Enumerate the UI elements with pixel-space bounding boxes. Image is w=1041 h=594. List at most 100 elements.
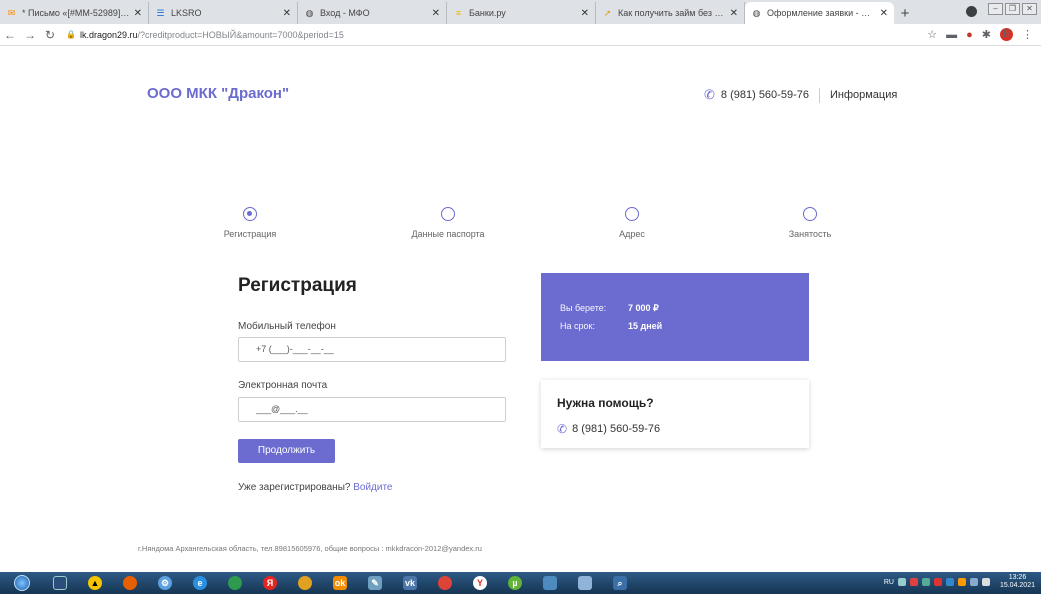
tray-icon[interactable] <box>909 578 918 586</box>
close-icon[interactable]: ✕ <box>134 8 142 19</box>
url-field[interactable]: 🔒 lk.dragon29.ru/?creditproduct=НОВЫЙ&am… <box>66 30 344 40</box>
desktop-icon <box>53 576 67 590</box>
brand-logo[interactable]: ООО МКК "Дракон" <box>147 85 289 102</box>
extension-avatar-icon[interactable]: ● <box>966 29 973 41</box>
step-label: Адрес <box>619 229 645 239</box>
radio-empty-icon <box>441 207 455 221</box>
close-icon[interactable]: ✕ <box>880 8 888 19</box>
phone-icon: ✆ <box>704 87 715 102</box>
system-tray: RU 13:26 15.04.2021 <box>884 574 1035 590</box>
loan-amount-row: Вы берете: 7 000 ₽ <box>560 303 659 314</box>
info-link[interactable]: Информация <box>830 89 897 101</box>
taskbar-app[interactable] <box>219 573 251 593</box>
forward-icon[interactable]: → <box>20 28 40 42</box>
tray-icon[interactable] <box>933 578 942 586</box>
login-link[interactable]: Войдите <box>353 482 392 493</box>
taskbar-app[interactable] <box>44 573 76 593</box>
divider <box>818 87 820 103</box>
volume-icon[interactable] <box>981 578 990 586</box>
browser-tab-article[interactable]: ➚ Как получить займ без справ ✕ <box>596 2 745 24</box>
close-icon[interactable]: ✕ <box>581 8 589 19</box>
tray-icon[interactable] <box>969 578 978 586</box>
browser-tab-bar: ✉ * Письмо «[#MM-52989] сайт ✕ ☰ LKSRO ✕… <box>0 0 1041 24</box>
start-button[interactable] <box>8 573 36 593</box>
already-registered-text: Уже зарегистрированы? <box>238 482 351 493</box>
tray-icon[interactable] <box>957 578 966 586</box>
step-label: Регистрация <box>223 229 277 239</box>
browser-tab-mail[interactable]: ✉ * Письмо «[#MM-52989] сайт ✕ <box>0 2 149 24</box>
profile-icon[interactable] <box>966 6 977 17</box>
registration-stepper: Регистрация Данные паспорта Адрес Занято… <box>0 207 1041 247</box>
taskbar-app[interactable]: ⚙ <box>149 573 181 593</box>
browser-tab-bankiru[interactable]: ≡ Банки.ру ✕ <box>447 2 596 24</box>
email-input[interactable]: ___@___.__ <box>238 397 506 422</box>
tab-title: Оформление заявки - МФО <box>767 8 876 18</box>
taskbar-app[interactable] <box>289 573 321 593</box>
vk-icon: vk <box>403 576 417 590</box>
help-phone[interactable]: 8 (981) 560-59-76 <box>572 423 660 435</box>
profile-avatar-icon[interactable]: Е <box>1000 28 1013 41</box>
mail-icon: ✉ <box>7 7 16 18</box>
header-phone[interactable]: 8 (981) 560-59-76 <box>721 89 809 101</box>
help-title: Нужна помощь? <box>557 396 654 410</box>
triangle-app-icon: ▲ <box>88 576 102 590</box>
taskbar-app[interactable]: Я <box>254 573 286 593</box>
close-window-button[interactable]: ✕ <box>1022 3 1037 15</box>
taskbar-app[interactable]: ⌕ <box>604 573 636 593</box>
loan-term-value: 15 дней <box>628 321 663 331</box>
reload-icon[interactable]: ↻ <box>40 28 60 42</box>
close-icon[interactable]: ✕ <box>283 8 291 19</box>
tab-title: Банки.ру <box>469 8 506 18</box>
header-contacts: ✆ 8 (981) 560-59-76 Информация <box>704 87 897 103</box>
tray-icon[interactable] <box>897 578 906 586</box>
phone-icon: ✆ <box>557 422 568 436</box>
chrome-icon <box>438 576 452 590</box>
tab-title: LKSRO <box>171 8 202 18</box>
taskbar-app[interactable]: e <box>184 573 216 593</box>
utorrent-icon: µ <box>508 576 522 590</box>
maximize-button[interactable]: ❐ <box>1005 3 1020 15</box>
star-icon[interactable]: ☆ <box>927 28 937 41</box>
minimize-button[interactable]: – <box>988 3 1003 15</box>
taskbar-app[interactable] <box>534 573 566 593</box>
loan-term-label: На срок: <box>560 321 595 331</box>
clock[interactable]: 13:26 15.04.2021 <box>1000 574 1035 590</box>
taskbar-app[interactable] <box>569 573 601 593</box>
back-icon[interactable]: ← <box>0 28 20 42</box>
step-address: Адрес <box>572 207 692 239</box>
app-window-icon <box>543 576 557 590</box>
tray-icon[interactable] <box>921 578 930 586</box>
odnoklassniki-icon: ok <box>333 576 347 590</box>
phone-input[interactable]: +7 (___)-___-__-__ <box>238 337 506 362</box>
browser-tab-vhod[interactable]: ◍ Вход - МФО ✕ <box>298 2 447 24</box>
email-label: Электронная почта <box>238 380 328 391</box>
window-controls: – ❐ ✕ <box>988 3 1037 15</box>
close-icon[interactable]: ✕ <box>730 8 738 19</box>
incognito-icon[interactable]: ▬ <box>946 29 957 41</box>
tray-icon[interactable] <box>945 578 954 586</box>
continue-button[interactable]: Продолжить <box>238 439 335 463</box>
taskbar-app[interactable]: ok <box>324 573 356 593</box>
help-phone-row: ✆ 8 (981) 560-59-76 <box>557 422 660 436</box>
taskbar-app[interactable] <box>114 573 146 593</box>
menu-icon[interactable]: ⋮ <box>1022 28 1033 41</box>
browser-tab-active[interactable]: ◍ Оформление заявки - МФО ✕ <box>745 2 894 24</box>
step-label: Данные паспорта <box>411 229 485 239</box>
tools-icon: ✎ <box>368 576 382 590</box>
url-path: /?creditproduct=НОВЫЙ&amount=7000&period… <box>137 29 344 40</box>
taskbar-app[interactable]: vk <box>394 573 426 593</box>
tab-title: * Письмо «[#MM-52989] сайт <box>22 8 130 18</box>
puzzle-icon[interactable]: ✱ <box>982 28 991 41</box>
taskbar-app[interactable]: ▲ <box>79 573 111 593</box>
taskbar-app[interactable]: µ <box>499 573 531 593</box>
taskbar-app[interactable] <box>429 573 461 593</box>
yandex-browser-icon: Я <box>263 576 277 590</box>
close-icon[interactable]: ✕ <box>432 8 440 19</box>
pinwheel-icon <box>298 576 312 590</box>
language-indicator[interactable]: RU <box>884 579 894 586</box>
new-tab-button[interactable]: + <box>894 2 916 24</box>
globe-icon: ◍ <box>305 7 314 18</box>
taskbar-app[interactable]: Y <box>464 573 496 593</box>
browser-tab-lksro[interactable]: ☰ LKSRO ✕ <box>149 2 298 24</box>
taskbar-app[interactable]: ✎ <box>359 573 391 593</box>
